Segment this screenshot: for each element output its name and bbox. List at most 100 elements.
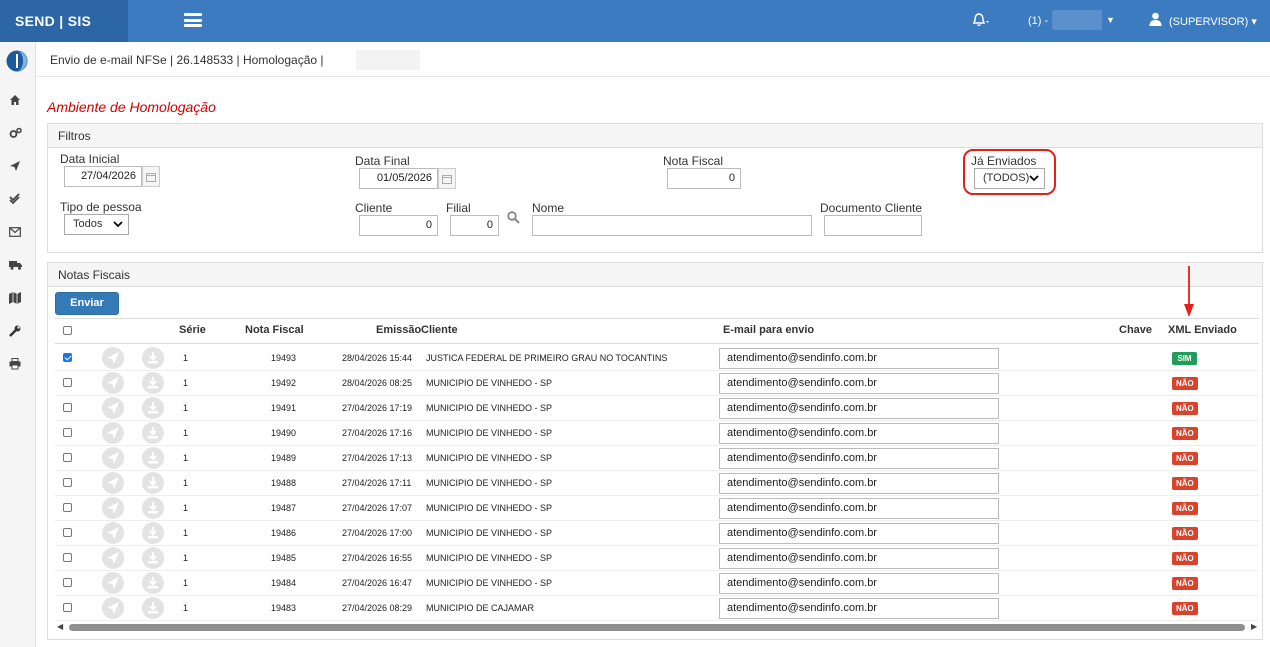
download-icon[interactable] — [142, 447, 164, 469]
cell-serie: 1 — [183, 603, 189, 613]
calendar-icon[interactable] — [438, 168, 456, 189]
send-icon[interactable] — [9, 160, 25, 176]
data-inicial-input[interactable]: 27/04/2026 — [64, 166, 142, 187]
envelope-icon[interactable] — [9, 226, 25, 242]
menu-toggle-icon[interactable] — [184, 13, 202, 27]
user-menu[interactable]: (SUPERVISOR) ▾ — [1169, 15, 1257, 28]
row-checkbox[interactable] — [63, 578, 72, 587]
chevron-down-icon[interactable]: ▼ — [1106, 15, 1115, 25]
row-checkbox[interactable] — [63, 553, 72, 562]
company-selector[interactable]: (1) - — [1028, 15, 1048, 27]
row-checkbox[interactable] — [63, 428, 72, 437]
download-icon[interactable] — [142, 597, 164, 619]
row-checkbox[interactable] — [63, 528, 72, 537]
cell-emissao: 27/04/2026 17:07 — [342, 503, 413, 513]
wrench-icon[interactable] — [9, 325, 25, 341]
cell-serie: 1 — [183, 478, 189, 488]
horizontal-scrollbar[interactable]: ◀ ▶ — [55, 620, 1259, 634]
email-input[interactable]: atendimento@sendinfo.com.br — [719, 523, 999, 544]
row-checkbox[interactable] — [63, 378, 72, 387]
environment-label: Ambiente de Homologação — [47, 99, 216, 115]
scroll-left-icon[interactable]: ◀ — [57, 622, 63, 631]
download-icon[interactable] — [142, 347, 164, 369]
app-brand[interactable]: SEND | SIS — [0, 0, 128, 42]
col-cliente[interactable]: Cliente — [421, 324, 458, 336]
tipo-pessoa-value: Todos — [73, 218, 103, 230]
table-row: 1 19488 27/04/2026 17:11 MUNICIPIO DE VINHE… — [55, 471, 1259, 496]
send-icon[interactable] — [102, 472, 124, 494]
cell-serie: 1 — [183, 503, 189, 513]
check-icon[interactable] — [9, 193, 25, 209]
data-final-input[interactable]: 01/05/2026 — [359, 168, 438, 189]
col-emissao[interactable]: Emissão — [376, 324, 421, 336]
cell-nota: 19489 — [271, 453, 297, 463]
cell-cliente: MUNICIPIO DE VINHEDO - SP — [426, 528, 553, 538]
send-icon[interactable] — [102, 447, 124, 469]
col-serie[interactable]: Série — [179, 324, 206, 336]
truck-icon[interactable] — [9, 259, 25, 275]
download-icon[interactable] — [142, 522, 164, 544]
email-input[interactable]: atendimento@sendinfo.com.br — [719, 448, 999, 469]
send-icon[interactable] — [102, 422, 124, 444]
email-input[interactable]: atendimento@sendinfo.com.br — [719, 348, 999, 369]
cell-nota: 19486 — [271, 528, 297, 538]
send-icon[interactable] — [102, 597, 124, 619]
cliente-input[interactable]: 0 — [359, 215, 438, 236]
row-checkbox[interactable] — [63, 603, 72, 612]
cell-emissao: 27/04/2026 08:29 — [342, 603, 413, 613]
calendar-icon[interactable] — [142, 166, 160, 187]
col-nota[interactable]: Nota Fiscal — [245, 324, 304, 336]
email-input[interactable]: atendimento@sendinfo.com.br — [719, 398, 999, 419]
home-icon[interactable] — [9, 94, 25, 110]
logo-icon[interactable] — [6, 50, 28, 75]
tipo-pessoa-select[interactable]: Todos — [64, 214, 129, 235]
email-input[interactable]: atendimento@sendinfo.com.br — [719, 548, 999, 569]
cell-nota: 19488 — [271, 478, 297, 488]
documento-input[interactable] — [824, 215, 922, 236]
send-icon[interactable] — [102, 397, 124, 419]
col-xml[interactable]: XML Enviado — [1168, 324, 1237, 336]
download-icon[interactable] — [142, 422, 164, 444]
search-icon[interactable] — [507, 211, 520, 227]
scroll-right-icon[interactable]: ▶ — [1251, 622, 1257, 631]
nota-fiscal-input[interactable]: 0 — [667, 168, 741, 189]
cogs-icon[interactable] — [9, 127, 25, 143]
map-icon[interactable] — [9, 292, 25, 308]
send-icon[interactable] — [102, 572, 124, 594]
download-icon[interactable] — [142, 372, 164, 394]
row-checkbox[interactable] — [63, 403, 72, 412]
download-icon[interactable] — [142, 397, 164, 419]
email-input[interactable]: atendimento@sendinfo.com.br — [719, 373, 999, 394]
download-icon[interactable] — [142, 472, 164, 494]
row-checkbox[interactable] — [63, 353, 72, 362]
row-checkbox[interactable] — [63, 503, 72, 512]
scroll-thumb[interactable] — [69, 624, 1245, 631]
email-input[interactable]: atendimento@sendinfo.com.br — [719, 473, 999, 494]
user-icon[interactable] — [1149, 12, 1162, 29]
col-email[interactable]: E-mail para envio — [723, 324, 814, 336]
download-icon[interactable] — [142, 572, 164, 594]
download-icon[interactable] — [142, 547, 164, 569]
send-icon[interactable] — [102, 372, 124, 394]
send-icon[interactable] — [102, 347, 124, 369]
filial-input[interactable]: 0 — [450, 215, 499, 236]
send-icon[interactable] — [102, 522, 124, 544]
select-all-checkbox[interactable] — [63, 326, 72, 335]
send-icon[interactable] — [102, 497, 124, 519]
send-icon[interactable] — [102, 547, 124, 569]
email-input[interactable]: atendimento@sendinfo.com.br — [719, 498, 999, 519]
cell-emissao: 27/04/2026 16:55 — [342, 553, 413, 563]
redacted-area — [356, 50, 420, 70]
nome-input[interactable] — [532, 215, 812, 236]
col-chave[interactable]: Chave — [1119, 324, 1152, 336]
enviar-button[interactable]: Enviar — [55, 292, 119, 315]
row-checkbox[interactable] — [63, 478, 72, 487]
email-input[interactable]: atendimento@sendinfo.com.br — [719, 423, 999, 444]
notas-title: Notas Fiscais — [48, 263, 1262, 287]
bell-icon[interactable] — [972, 12, 990, 31]
email-input[interactable]: atendimento@sendinfo.com.br — [719, 598, 999, 619]
row-checkbox[interactable] — [63, 453, 72, 462]
email-input[interactable]: atendimento@sendinfo.com.br — [719, 573, 999, 594]
download-icon[interactable] — [142, 497, 164, 519]
print-icon[interactable] — [9, 358, 25, 374]
